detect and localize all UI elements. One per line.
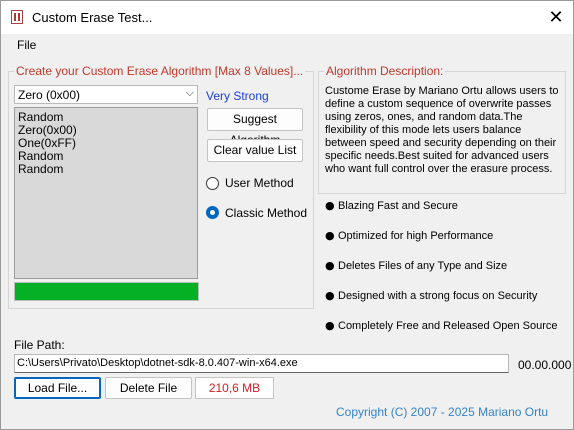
user-method-label[interactable]: User Method [225, 176, 294, 190]
description-group-legend: Algorithm Description: [324, 64, 446, 78]
feature-item: Optimized for high Performance [338, 230, 494, 242]
feature-item: Blazing Fast and Secure [338, 200, 458, 212]
delete-file-button[interactable]: Delete File [105, 377, 192, 399]
close-button[interactable]: ✕ [539, 5, 573, 30]
feature-item: Designed with a strong focus on Security [338, 290, 538, 302]
pass-list[interactable]: Random Zero(0x00) One(0xFF) Random Rando… [14, 107, 198, 279]
strength-label: Very Strong [206, 89, 269, 103]
suggest-algorithm-button[interactable]: Suggest Algorithm [207, 108, 303, 147]
app-window: Custom Erase Test... ✕ File Create your … [0, 0, 574, 430]
progress-fill [15, 283, 198, 300]
copyright-text: Copyright (C) 2007 - 2025 Mariano Ortu [336, 405, 549, 419]
algorithm-description: Custome Erase by Mariano Ortu allows use… [325, 85, 559, 175]
file-size-display: 210,6 MB [195, 377, 274, 399]
file-path-input[interactable]: C:\Users\Privato\Desktop\dotnet-sdk-8.0.… [14, 354, 509, 373]
window-title: Custom Erase Test... [32, 10, 153, 25]
bullet-icon: ● [325, 319, 335, 332]
file-path-label: File Path: [14, 338, 65, 352]
load-file-button[interactable]: Load File... [14, 377, 101, 399]
bullet-icon: ● [325, 229, 335, 242]
bullet-icon: ● [325, 259, 335, 272]
bullet-icon: ● [325, 289, 335, 302]
file-path-value: C:\Users\Privato\Desktop\dotnet-sdk-8.0.… [17, 357, 298, 369]
menu-bar: File [1, 34, 573, 56]
list-item[interactable]: Random [18, 163, 63, 176]
algorithm-group-legend: Create your Custom Erase Algorithm [Max … [14, 64, 306, 78]
elapsed-time: 00.00.000 [518, 358, 572, 372]
clear-value-list-button[interactable]: Clear value List [207, 139, 303, 162]
title-bar[interactable]: Custom Erase Test... ✕ [1, 1, 573, 34]
classic-method-label[interactable]: Classic Method [225, 206, 307, 220]
app-icon [11, 10, 23, 24]
user-method-radio[interactable] [206, 177, 219, 190]
bullet-icon: ● [325, 199, 335, 212]
pass-value-selected: Zero (0x00) [18, 88, 81, 102]
progress-bar [14, 282, 199, 301]
feature-item: Completely Free and Released Open Source [338, 320, 558, 332]
chevron-down-icon: ⌵ [185, 86, 194, 99]
classic-method-radio[interactable] [206, 206, 219, 219]
menu-file[interactable]: File [17, 38, 36, 52]
pass-value-dropdown[interactable]: Zero (0x00) ⌵ [14, 85, 198, 104]
feature-item: Deletes Files of any Type and Size [338, 260, 508, 272]
